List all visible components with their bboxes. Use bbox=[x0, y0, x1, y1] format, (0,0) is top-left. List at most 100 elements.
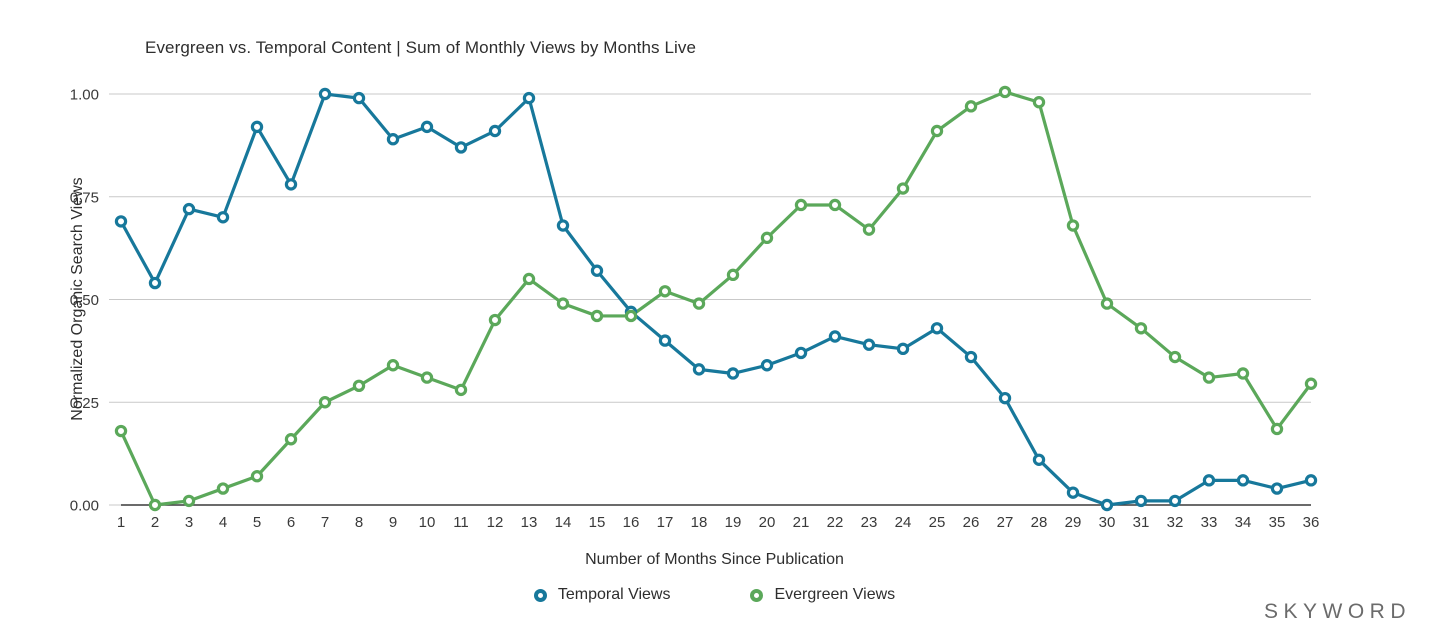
x-axis-tick-label: 23 bbox=[861, 514, 878, 531]
data-point[interactable] bbox=[1270, 482, 1284, 495]
data-point[interactable] bbox=[760, 359, 774, 372]
data-point[interactable] bbox=[250, 120, 264, 134]
data-point[interactable] bbox=[522, 91, 536, 105]
x-axis-tick-label: 12 bbox=[487, 514, 504, 531]
data-point[interactable] bbox=[114, 215, 128, 228]
data-point[interactable] bbox=[284, 433, 298, 446]
data-point[interactable] bbox=[590, 309, 604, 323]
data-point[interactable] bbox=[1168, 494, 1182, 508]
data-point[interactable] bbox=[454, 141, 468, 154]
data-point[interactable] bbox=[1134, 322, 1148, 335]
x-axis-tick-label: 7 bbox=[321, 514, 329, 531]
data-point[interactable] bbox=[794, 198, 808, 212]
data-point[interactable] bbox=[148, 276, 162, 290]
data-point[interactable] bbox=[998, 391, 1012, 405]
data-point[interactable] bbox=[522, 272, 536, 286]
data-point[interactable] bbox=[1032, 96, 1046, 109]
x-axis-tick-label: 21 bbox=[793, 514, 810, 531]
data-point[interactable] bbox=[964, 350, 978, 364]
data-point[interactable] bbox=[352, 379, 366, 393]
data-point[interactable] bbox=[1066, 486, 1080, 499]
data-point[interactable] bbox=[114, 424, 128, 438]
data-point[interactable] bbox=[624, 309, 638, 323]
data-point[interactable] bbox=[250, 470, 264, 483]
data-point[interactable] bbox=[726, 268, 740, 282]
data-point[interactable] bbox=[828, 330, 842, 343]
data-point[interactable] bbox=[216, 211, 230, 224]
data-point[interactable] bbox=[794, 346, 808, 360]
data-point[interactable] bbox=[1134, 494, 1148, 508]
data-point[interactable] bbox=[658, 334, 672, 347]
data-point[interactable] bbox=[862, 223, 876, 236]
chart-legend: Temporal Views Evergreen Views bbox=[0, 586, 1429, 604]
data-point[interactable] bbox=[1236, 474, 1250, 487]
data-point[interactable] bbox=[352, 91, 366, 105]
legend-marker-icon bbox=[533, 588, 547, 602]
data-point[interactable] bbox=[1100, 297, 1114, 310]
legend-item-temporal[interactable]: Temporal Views bbox=[533, 586, 670, 604]
data-point[interactable] bbox=[964, 100, 978, 113]
x-axis-tick-label: 2 bbox=[151, 514, 159, 531]
y-axis-title: Normalized Organic Search Views bbox=[69, 177, 86, 421]
x-axis-tick-label: 24 bbox=[895, 514, 912, 531]
data-point[interactable] bbox=[1304, 474, 1318, 487]
data-point[interactable] bbox=[488, 124, 502, 138]
data-point[interactable] bbox=[420, 120, 434, 134]
data-point[interactable] bbox=[1032, 453, 1046, 466]
data-point[interactable] bbox=[1066, 219, 1080, 232]
gridlines bbox=[121, 93, 1311, 506]
x-axis-tick-label: 13 bbox=[521, 514, 538, 531]
data-point[interactable] bbox=[760, 231, 774, 245]
data-point[interactable] bbox=[386, 359, 400, 372]
x-axis-tick-label: 33 bbox=[1201, 514, 1218, 531]
data-point[interactable] bbox=[386, 133, 400, 146]
data-point[interactable] bbox=[896, 182, 910, 195]
data-point[interactable] bbox=[556, 297, 570, 310]
data-point[interactable] bbox=[658, 285, 672, 298]
x-axis-tick-label: 4 bbox=[219, 514, 227, 531]
data-point[interactable] bbox=[1270, 422, 1284, 436]
data-point[interactable] bbox=[182, 494, 196, 508]
data-point[interactable] bbox=[828, 198, 842, 212]
x-axis-tick-label: 22 bbox=[827, 514, 844, 531]
data-point[interactable] bbox=[454, 383, 468, 397]
data-point[interactable] bbox=[692, 297, 706, 310]
data-point[interactable] bbox=[862, 338, 876, 351]
data-point[interactable] bbox=[1304, 377, 1318, 390]
data-point[interactable] bbox=[930, 322, 944, 335]
data-point[interactable] bbox=[1100, 498, 1114, 512]
data-point[interactable] bbox=[318, 396, 332, 409]
x-axis-tick-label: 8 bbox=[355, 514, 363, 531]
x-axis-tick-label: 29 bbox=[1065, 514, 1082, 531]
x-axis-tick-label: 35 bbox=[1269, 514, 1286, 531]
x-axis-tick-label: 15 bbox=[589, 514, 606, 531]
x-axis-tick-label: 9 bbox=[389, 514, 397, 531]
data-point[interactable] bbox=[1236, 367, 1250, 380]
x-axis-tick-label: 3 bbox=[185, 514, 193, 531]
data-point[interactable] bbox=[1168, 350, 1182, 364]
data-point[interactable] bbox=[148, 498, 162, 512]
data-point[interactable] bbox=[318, 87, 332, 101]
data-point[interactable] bbox=[692, 363, 706, 376]
data-point[interactable] bbox=[284, 178, 298, 191]
data-point[interactable] bbox=[726, 367, 740, 380]
x-axis-tick-label: 28 bbox=[1031, 514, 1048, 531]
x-axis-tick-label: 5 bbox=[253, 514, 261, 531]
data-point[interactable] bbox=[420, 371, 434, 384]
data-point[interactable] bbox=[1202, 371, 1216, 384]
data-point[interactable] bbox=[896, 342, 910, 356]
x-axis-tick-labels: 1 2 3 4 5 6 7 8 9 10 11 12 13 14 15 16 17 18 19 20 21 22 23 24 2… bbox=[117, 514, 1320, 531]
data-point[interactable] bbox=[930, 124, 944, 138]
data-point[interactable] bbox=[998, 85, 1012, 99]
data-point[interactable] bbox=[1202, 474, 1216, 487]
x-axis-tick-label: 1 bbox=[117, 514, 125, 531]
x-axis-tick-label: 11 bbox=[453, 514, 469, 531]
legend-item-evergreen[interactable]: Evergreen Views bbox=[750, 586, 895, 604]
x-axis-tick-label: 26 bbox=[963, 514, 980, 531]
data-point[interactable] bbox=[216, 482, 230, 495]
data-point[interactable] bbox=[590, 264, 604, 277]
data-point[interactable] bbox=[182, 202, 196, 216]
x-axis-tick-label: 31 bbox=[1133, 514, 1150, 531]
data-point[interactable] bbox=[488, 313, 502, 327]
data-point[interactable] bbox=[556, 219, 570, 232]
